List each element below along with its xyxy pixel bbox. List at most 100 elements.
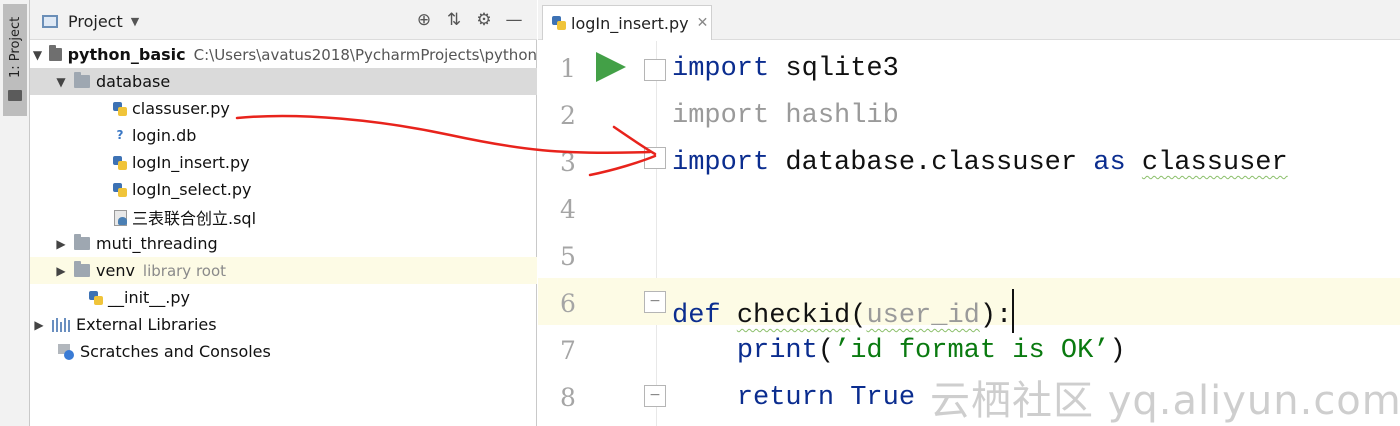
folder-icon (74, 261, 90, 277)
tree-item-muti-threading[interactable]: ▶ muti_threading (30, 230, 537, 257)
python-file-icon (112, 155, 128, 171)
function-name: checkid (736, 301, 851, 331)
code-line-3: import database.classuser as classuser (672, 148, 1288, 178)
tree-item-external-libraries[interactable]: ▶ External Libraries (30, 311, 537, 338)
module-name-unused: hashlib (769, 101, 899, 131)
chevron-right-icon[interactable]: ▶ (32, 318, 46, 332)
close-icon[interactable]: ✕ (697, 15, 709, 31)
scratches-icon (58, 343, 76, 360)
project-tool-label: 1: Project (8, 16, 23, 78)
tree-item-label: logIn_insert.py (132, 153, 250, 172)
gear-icon[interactable]: ⚙ (469, 10, 499, 30)
paren: ) (1109, 336, 1126, 366)
string-literal: ’id format is OK’ (834, 336, 1110, 366)
database-file-icon: ? (116, 127, 124, 142)
line-number: 2 (560, 101, 576, 130)
project-view-selector[interactable]: Project ▼ (42, 12, 139, 31)
fold-collapse-icon[interactable]: − (644, 385, 666, 407)
panel-toolbar: ⊕ ⇅ ⚙ — (409, 10, 529, 30)
code-line-7: print(’id format is OK’) (672, 336, 1126, 366)
target-icon[interactable]: ⊕ (409, 10, 439, 30)
keyword: import (672, 54, 770, 84)
tree-item-init[interactable]: __init__.py (30, 284, 537, 311)
tree-item-label: Scratches and Consoles (80, 342, 271, 361)
tree-item-label: venv (96, 261, 135, 280)
editor-tab-bar: logIn_insert.py ✕ (538, 0, 1400, 40)
tree-item-database[interactable]: ▼ database (30, 68, 537, 95)
collapse-icon[interactable]: ⇅ (439, 10, 469, 30)
minimize-icon[interactable]: — (499, 10, 529, 30)
keyword: as (1093, 148, 1126, 178)
run-icon[interactable] (596, 52, 626, 82)
chevron-right-icon[interactable]: ▶ (54, 237, 68, 251)
library-root-hint: library root (142, 261, 227, 280)
tool-window-stripe: 1: Project (0, 0, 30, 426)
python-file-icon (112, 182, 128, 198)
tree-item-login-select[interactable]: logIn_select.py (30, 176, 537, 203)
tree-item-classuser[interactable]: classuser.py (30, 95, 537, 122)
folder-icon (49, 45, 62, 61)
module-alias: classuser (1141, 148, 1288, 178)
paren: ( (817, 336, 835, 366)
paren: ): (979, 301, 1013, 331)
tree-item-login-insert[interactable]: logIn_insert.py (30, 149, 537, 176)
chevron-down-icon: ▼ (130, 15, 140, 28)
editor-gutter (538, 41, 656, 426)
tree-item-sql-file[interactable]: 三表联合创立.sql (30, 203, 537, 230)
tree-item-label: database (96, 72, 171, 91)
tree-item-label: External Libraries (76, 315, 217, 334)
fold-marker[interactable] (644, 147, 666, 169)
python-file-icon (551, 15, 567, 31)
folder-icon (74, 72, 90, 88)
tab-login-insert[interactable]: logIn_insert.py ✕ (542, 5, 712, 40)
paren: ( (850, 301, 867, 331)
chevron-right-icon[interactable]: ▶ (54, 264, 68, 278)
line-number: 5 (560, 242, 576, 271)
tree-item-label: __init__.py (108, 288, 191, 307)
tree-item-scratches[interactable]: Scratches and Consoles (30, 338, 537, 365)
tree-item-label: classuser.py (132, 99, 230, 118)
module-name: database.classuser (769, 148, 1094, 178)
keyword: return (736, 383, 835, 413)
parameter: user_id (866, 301, 980, 331)
project-panel-title: Project (68, 12, 123, 31)
line-number: 8 (560, 383, 576, 412)
python-file-icon (112, 101, 128, 117)
line-number: 1 (560, 54, 576, 83)
project-window-icon (42, 15, 58, 28)
python-file-icon (88, 290, 104, 306)
tab-label: logIn_insert.py (571, 13, 689, 33)
line-number: 4 (560, 195, 576, 224)
tree-item-label: login.db (132, 126, 197, 145)
sql-file-icon (112, 209, 128, 226)
project-panel: Project ▼ ⊕ ⇅ ⚙ — ▼ python_basic C:\User… (30, 0, 537, 426)
keyword: def (672, 301, 721, 331)
tree-item-login-db[interactable]: ? login.db (30, 122, 537, 149)
code-line-8: return True (672, 383, 915, 413)
module-name: sqlite3 (769, 54, 899, 84)
project-path: C:\Users\avatus2018\PycharmProjects\pyth… (193, 45, 537, 64)
line-number: 3 (560, 148, 576, 177)
folder-icon (74, 234, 90, 250)
tree-item-label: logIn_select.py (132, 180, 252, 199)
project-panel-header: Project ▼ ⊕ ⇅ ⚙ — (30, 0, 537, 40)
code-line-2: import hashlib (672, 101, 899, 131)
keyword: import (672, 148, 770, 178)
folder-icon (8, 90, 22, 101)
chevron-down-icon[interactable]: ▼ (54, 75, 68, 89)
code-line-1: import sqlite3 (672, 54, 899, 84)
keyword: True (850, 383, 916, 413)
fold-collapse-icon[interactable]: − (644, 291, 666, 313)
tree-item-label: python_basic (67, 45, 186, 64)
chevron-down-icon[interactable]: ▼ (32, 48, 43, 62)
text-caret (1012, 289, 1015, 333)
tree-item-label: muti_threading (96, 234, 218, 253)
keyword-unused: import (672, 101, 770, 131)
fold-marker[interactable] (644, 59, 666, 81)
builtin: print (736, 336, 818, 366)
watermark: 云栖社区 yq.aliyun.com (930, 378, 1400, 424)
project-tool-button[interactable]: 1: Project (3, 4, 27, 116)
tree-item-venv[interactable]: ▶ venv library root (30, 257, 537, 284)
tree-item-python-basic[interactable]: ▼ python_basic C:\Users\avatus2018\Pycha… (30, 41, 537, 68)
tree-item-label: 三表联合创立.sql (132, 208, 257, 228)
